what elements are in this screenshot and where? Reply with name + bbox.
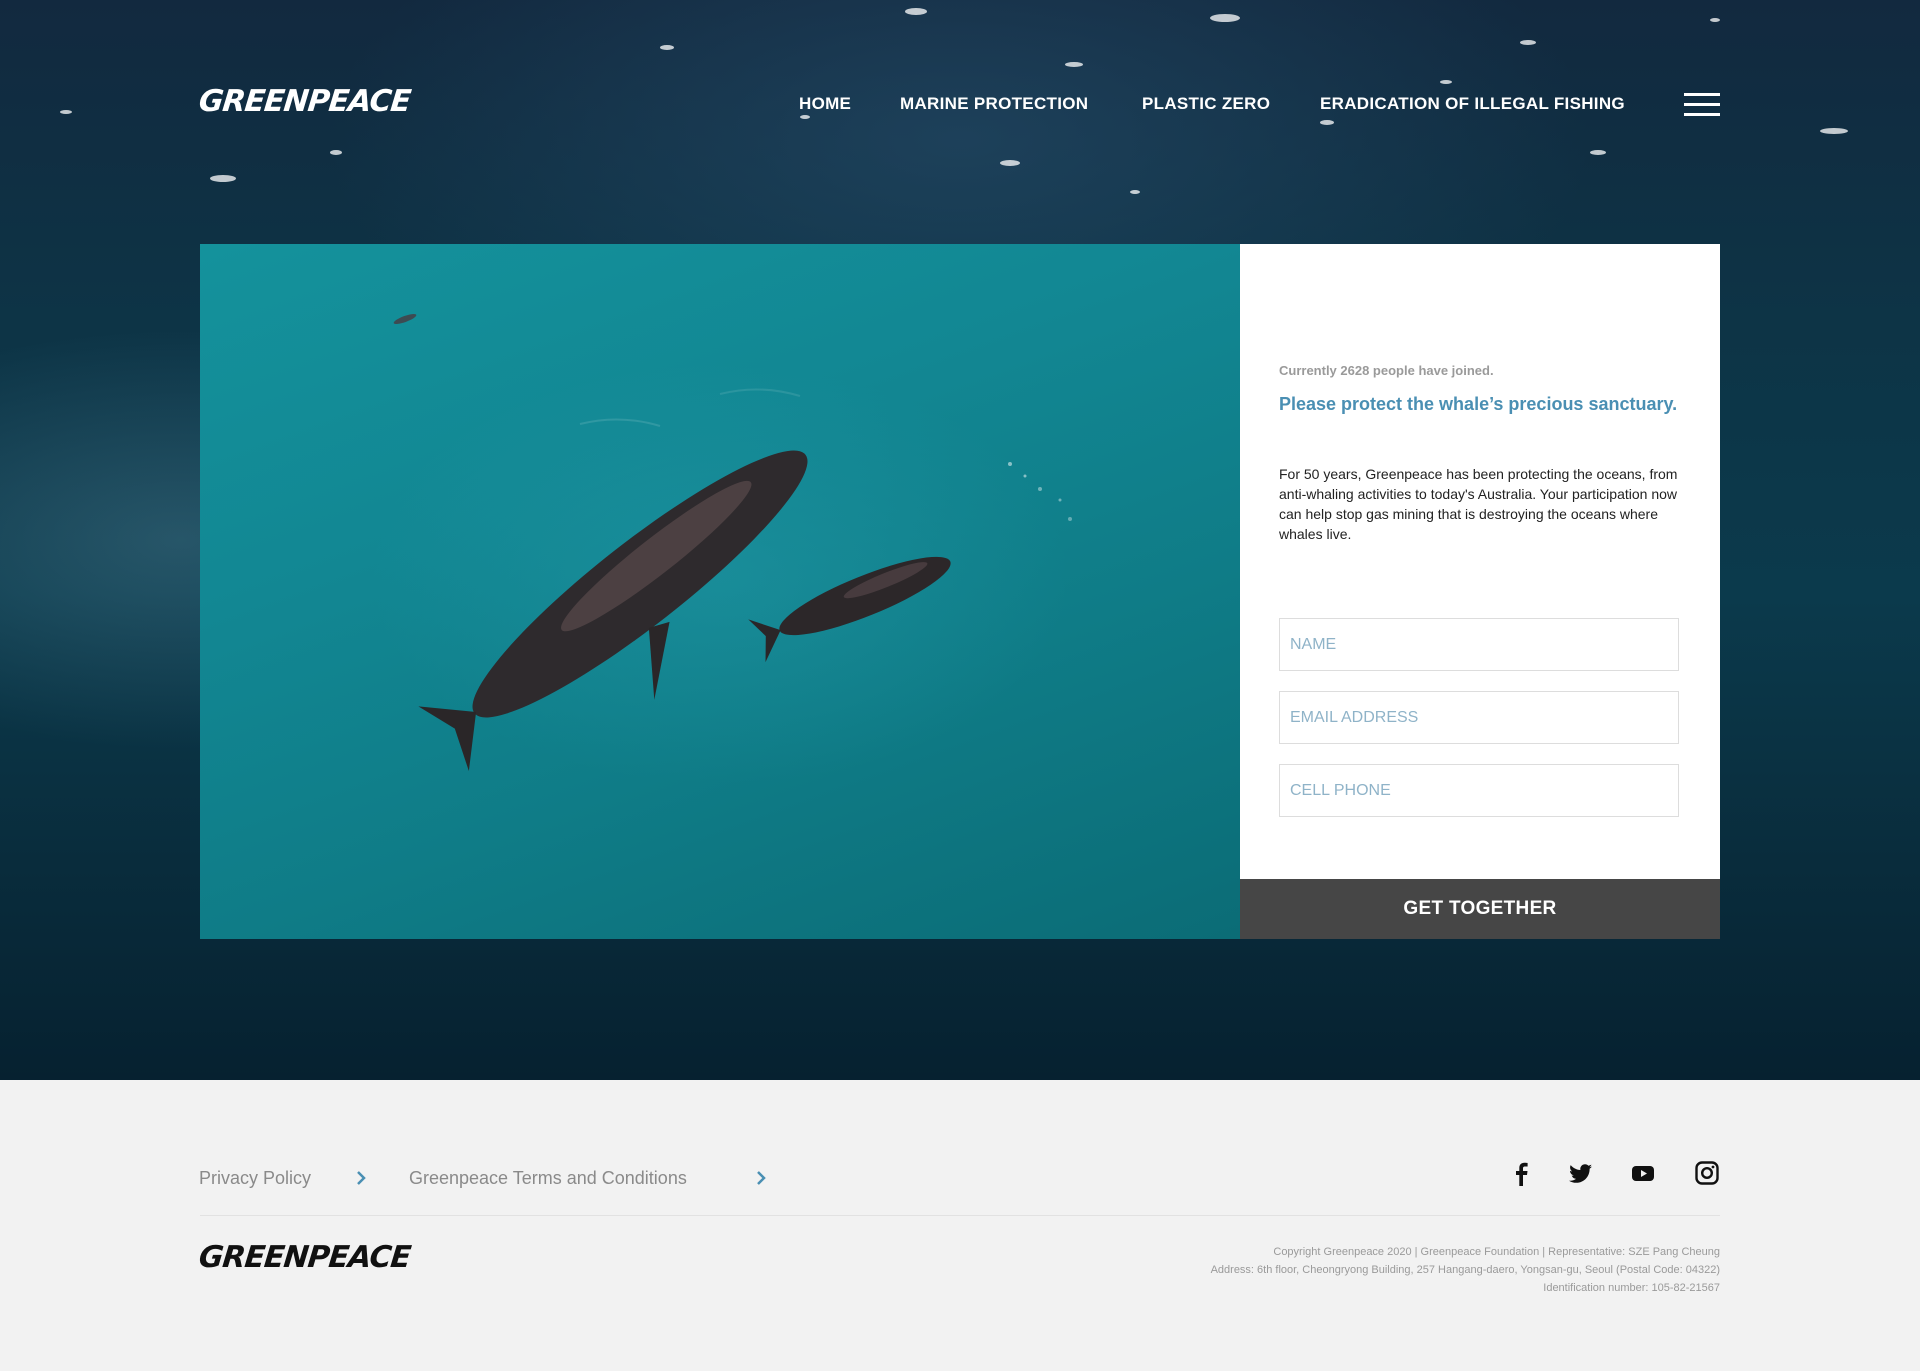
greenpeace-footer-logo[interactable]: GREENPEACE xyxy=(197,1240,412,1275)
identification-line: Identification number: 105-82-21567 xyxy=(1543,1282,1720,1294)
footer xyxy=(0,1080,1920,1371)
youtube-icon[interactable] xyxy=(1630,1160,1656,1186)
email-input[interactable] xyxy=(1279,691,1679,744)
footer-divider xyxy=(200,1215,1720,1216)
greenpeace-logo[interactable]: GREENPEACE xyxy=(197,84,412,119)
nav-item-marine-protection[interactable]: MARINE PROTECTION xyxy=(900,94,1088,114)
whales-illustration xyxy=(393,314,1072,772)
privacy-policy-link[interactable]: Privacy Policy xyxy=(199,1168,311,1189)
nav-item-home[interactable]: HOME xyxy=(799,94,851,114)
facebook-icon[interactable] xyxy=(1508,1160,1534,1186)
twitter-icon[interactable] xyxy=(1568,1160,1594,1186)
name-input[interactable] xyxy=(1279,618,1679,671)
hamburger-menu-icon[interactable] xyxy=(1684,93,1720,117)
signup-description: For 50 years, Greenpeace has been protec… xyxy=(1279,466,1678,542)
nav-item-eradication-of-illegal-fishing[interactable]: ERADICATION OF ILLEGAL FISHING xyxy=(1320,94,1625,114)
nav-item-plastic-zero[interactable]: PLASTIC ZERO xyxy=(1142,94,1270,114)
joined-count-text: Currently 2628 people have joined. xyxy=(1279,363,1494,378)
address-line: Address: 6th floor, Cheongryong Building… xyxy=(1210,1264,1720,1276)
copyright-line: Copyright Greenpeace 2020 | Greenpeace F… xyxy=(1273,1246,1720,1258)
get-together-button[interactable]: GET TOGETHER xyxy=(1240,879,1720,939)
copyright-info: Copyright Greenpeace 2020 | Greenpeace F… xyxy=(1020,1243,1720,1297)
signup-panel: Currently 2628 people have joined. Pleas… xyxy=(1240,244,1720,879)
terms-and-conditions-link[interactable]: Greenpeace Terms and Conditions xyxy=(409,1168,687,1189)
whale-photo xyxy=(200,244,1240,939)
chevron-right-icon[interactable] xyxy=(754,1168,768,1188)
chevron-right-icon[interactable] xyxy=(354,1168,368,1188)
phone-input[interactable] xyxy=(1279,764,1679,817)
instagram-icon[interactable] xyxy=(1694,1160,1720,1186)
signup-headline: Please protect the whale’s precious sanc… xyxy=(1279,394,1678,414)
